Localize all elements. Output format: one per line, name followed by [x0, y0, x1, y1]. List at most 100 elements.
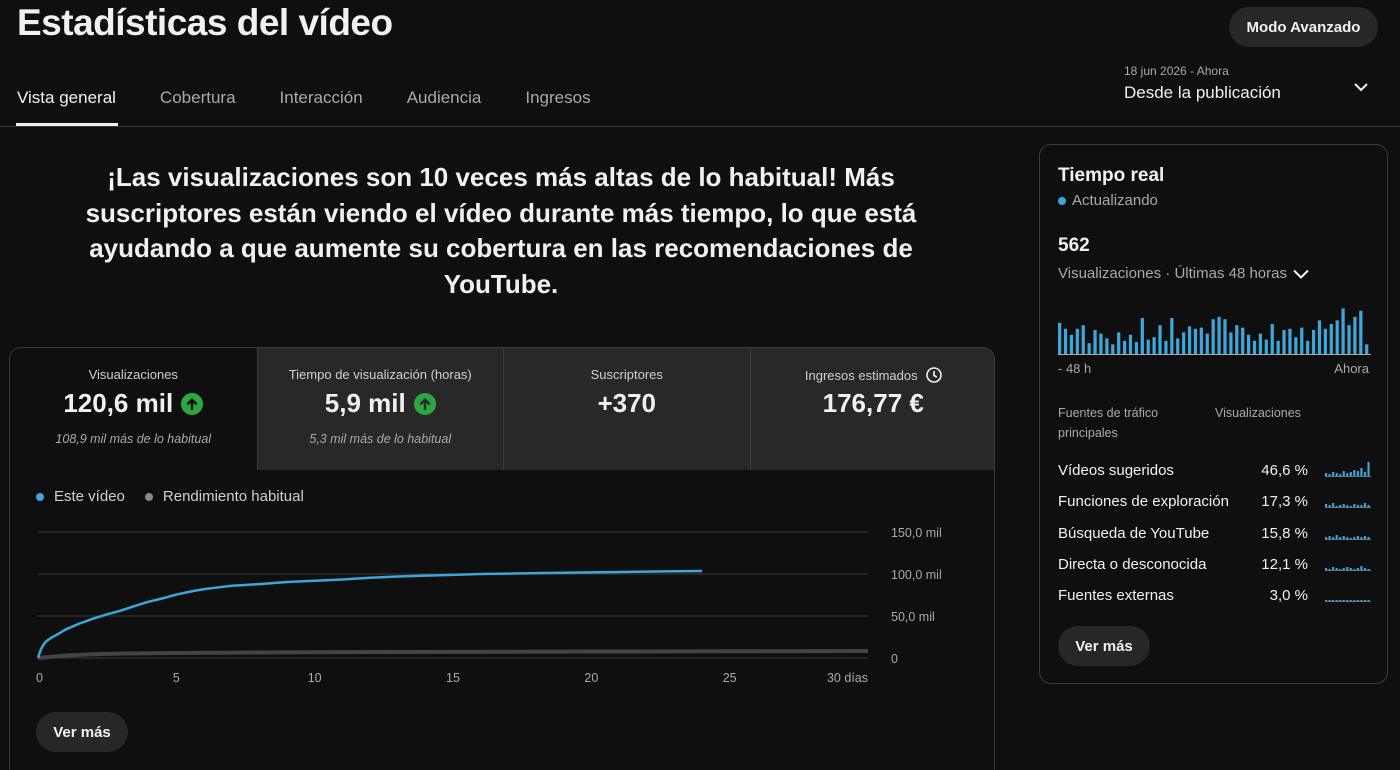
realtime-bar	[1347, 325, 1351, 354]
realtime-bar	[1170, 318, 1174, 354]
metric-subscribers[interactable]: Suscriptores +370	[503, 348, 750, 470]
chevron-down-icon[interactable]	[1354, 82, 1368, 92]
realtime-period-selector[interactable]: Visualizaciones · Últimas 48 horas	[1058, 265, 1309, 282]
sparkline-bar	[1328, 568, 1331, 570]
realtime-bar	[1146, 339, 1150, 354]
realtime-bar	[1235, 325, 1239, 354]
see-more-button[interactable]: Ver más	[36, 712, 128, 752]
traffic-sources-header: Fuentes de tráfico principales	[1058, 406, 1159, 440]
sparkline-bar	[1342, 535, 1345, 539]
sparkline-bar	[1342, 600, 1345, 602]
realtime-status: Actualizando	[1058, 192, 1158, 209]
realtime-bar	[1122, 340, 1127, 354]
sparkline-bar	[1349, 537, 1352, 539]
metric-comparison: 108,9 mil más de lo habitual	[55, 432, 212, 446]
clock-icon	[925, 367, 942, 383]
realtime-bar	[1317, 320, 1322, 354]
realtime-bar	[1199, 327, 1203, 354]
y-tick-label: 0	[891, 652, 898, 666]
source-pct: 3,0 %	[1269, 587, 1308, 605]
realtime-card: Tiempo real Actualizando 562 Visualizaci…	[1039, 144, 1388, 684]
chevron-down-icon[interactable]	[1293, 269, 1309, 279]
sparkline-bar	[1367, 568, 1370, 570]
metric-views[interactable]: Visualizaciones 120,6 mil 108,9 mil más …	[10, 348, 257, 470]
realtime-count: 562	[1058, 235, 1090, 256]
legend-dot	[144, 492, 153, 501]
sparkline-bar	[1360, 505, 1363, 508]
sparkline-bar	[1363, 567, 1367, 570]
source-sparkline	[1325, 462, 1371, 477]
realtime-bar	[1117, 332, 1121, 354]
realtime-bar	[1081, 325, 1085, 354]
realtime-bar	[1294, 337, 1298, 354]
sparkline-bar	[1356, 535, 1359, 539]
realtime-bar	[1264, 339, 1268, 354]
sparkline-bar	[1349, 600, 1352, 602]
sparkline-bar	[1328, 535, 1331, 539]
tab-engagement[interactable]: Interacción	[280, 88, 363, 126]
legend-label: Este vídeo	[54, 488, 125, 505]
realtime-bar	[1258, 333, 1263, 354]
list-item[interactable]: Directa o desconocida 12,1 %	[1058, 549, 1373, 580]
metric-label: Ingresos estimados	[751, 367, 995, 383]
list-item[interactable]: Vídeos sugeridos 46,6 %	[1058, 455, 1373, 486]
sparkline-bar	[1356, 567, 1359, 570]
sparkline-bar	[1367, 536, 1370, 539]
sparkline-bar	[1353, 600, 1356, 602]
realtime-see-more-button[interactable]: Ver más	[1058, 626, 1150, 666]
tab-reach[interactable]: Cobertura	[160, 88, 236, 126]
sparkline-bar	[1332, 566, 1335, 570]
tabs-divider	[0, 126, 1400, 127]
y-tick-label: 100,0 mil	[891, 568, 942, 582]
advanced-mode-button[interactable]: Modo Avanzado	[1229, 7, 1378, 47]
sparkline-bar	[1339, 536, 1342, 539]
realtime-bar	[1111, 344, 1115, 354]
sparkline-bar	[1346, 566, 1349, 570]
sparkline-bar	[1342, 504, 1345, 508]
metric-revenue[interactable]: Ingresos estimados 176,77 €	[749, 348, 995, 470]
sparkline-bar	[1325, 536, 1328, 539]
source-name: Fuentes externas	[1058, 587, 1174, 605]
chart-legend: Este vídeo Rendimiento habitual	[36, 488, 324, 505]
arrow-up-icon	[181, 392, 204, 415]
sparkline-bar	[1346, 536, 1349, 539]
realtime-bar	[1187, 326, 1192, 354]
realtime-bar	[1329, 324, 1333, 354]
source-sparkline	[1325, 534, 1371, 540]
metric-value: 120,6 mil	[63, 388, 174, 418]
metric-value: 176,77 €	[822, 388, 924, 418]
realtime-bar	[1205, 333, 1209, 354]
tab-revenue[interactable]: Ingresos	[525, 88, 590, 126]
metric-watch-time[interactable]: Tiempo de visualización (horas) 5,9 mil …	[256, 348, 503, 470]
realtime-bar	[1182, 332, 1186, 354]
list-item[interactable]: Búsqueda de YouTube 15,8 %	[1058, 518, 1373, 549]
metric-label: Tiempo de visualización (horas)	[288, 367, 472, 382]
sparkline-bar	[1349, 472, 1352, 476]
legend-item-typical: Rendimiento habitual	[144, 488, 304, 505]
tab-bar: Vista general Cobertura Interacción Audi…	[16, 88, 635, 126]
realtime-bar-chart	[1058, 308, 1371, 355]
source-sparkline	[1325, 565, 1371, 571]
metrics-row: Visualizaciones 120,6 mil 108,9 mil más …	[10, 348, 995, 470]
realtime-bar	[1158, 325, 1162, 354]
date-range-selector[interactable]: 18 jun 2026 - Ahora Desde la publicación	[1124, 64, 1374, 103]
sparkline-bar	[1335, 534, 1338, 539]
tab-overview[interactable]: Vista general	[16, 88, 118, 126]
source-pct: 46,6 %	[1261, 462, 1308, 480]
sparkline-bar	[1342, 567, 1345, 570]
source-pct: 12,1 %	[1261, 556, 1308, 574]
list-item[interactable]: Fuentes externas 3,0 %	[1058, 580, 1373, 611]
realtime-status-label: Actualizando	[1072, 192, 1158, 209]
x-tick-label: 0	[36, 671, 43, 685]
x-tick-label: 10	[308, 671, 322, 685]
legend-item-this-video: Este vídeo	[36, 488, 125, 505]
tab-audience[interactable]: Audiencia	[407, 88, 482, 126]
sparkline-bar	[1356, 471, 1359, 476]
realtime-bar	[1211, 319, 1215, 354]
realtime-axis-end: Ahora	[1334, 361, 1369, 376]
x-tick-label: 20	[584, 671, 598, 685]
list-item[interactable]: Funciones de exploración 17,3 %	[1058, 486, 1373, 517]
sparkline-bar	[1332, 536, 1335, 539]
sparkline-bar	[1353, 536, 1356, 539]
realtime-bar	[1306, 340, 1310, 354]
